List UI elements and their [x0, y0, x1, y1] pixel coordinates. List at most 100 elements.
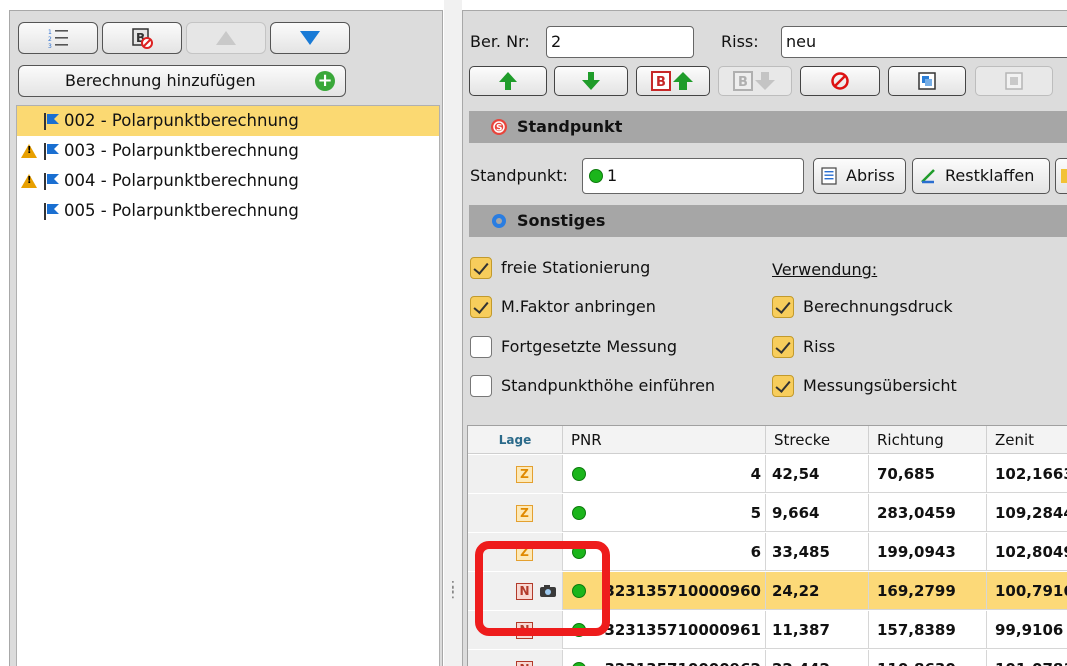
column-header-zenit[interactable]: Zenit — [987, 426, 1067, 454]
calculation-item-label: 005 - Polarpunktberechnung — [64, 201, 299, 220]
strecke-cell: 11,387 — [766, 611, 869, 649]
numbered-list-button[interactable]: 1 2 3 — [18, 22, 98, 54]
pnr-value: 323135710000960 — [604, 582, 761, 600]
pnr-value: 323135710000961 — [604, 621, 761, 639]
warning-icon — [21, 174, 37, 188]
add-calculation-label: Berechnung hinzufügen — [65, 71, 256, 90]
strecke-cell: 33,485 — [766, 533, 869, 571]
richtung-cell: 169,2799 — [869, 572, 987, 610]
strecke-cell: 22,442 — [766, 650, 869, 666]
checkbox-label: M.Faktor anbringen — [501, 297, 656, 316]
window-paste-icon — [1005, 72, 1023, 90]
riss-field[interactable]: neu — [781, 26, 1067, 58]
checkbox-box[interactable] — [772, 336, 794, 358]
standpunkt-value: 1 — [607, 166, 618, 185]
sonstiges-section-header[interactable]: Sonstiges — [469, 205, 1067, 237]
status-dot-icon — [589, 169, 603, 183]
move-down-button[interactable] — [270, 22, 350, 54]
numbered-list-icon: 1 2 3 — [48, 29, 68, 49]
pnr-cell: 5 — [564, 494, 766, 532]
checkbox-label: Berechnungsdruck — [803, 297, 953, 316]
svg-text:1: 1 — [48, 29, 52, 36]
status-dot-icon — [572, 662, 586, 666]
checkbox-label: Fortgesetzte Messung — [501, 337, 678, 356]
pnr-value: 4 — [750, 465, 761, 483]
svg-text:B: B — [738, 75, 748, 90]
calculation-item-label: 004 - Polarpunktberechnung — [64, 171, 299, 190]
calculation-item[interactable]: 002 - Polarpunktberechnung — [17, 106, 439, 136]
green-arrow-down-icon — [582, 72, 600, 90]
calculation-item[interactable]: 003 - Polarpunktberechnung — [17, 136, 439, 166]
delete-button[interactable] — [800, 66, 880, 96]
exclude-calculation-button[interactable]: B — [102, 22, 182, 54]
ber-nr-field[interactable]: 2 — [546, 26, 694, 58]
more-tools-button[interactable] — [1055, 158, 1067, 194]
restklaffen-button[interactable]: Restklaffen — [912, 158, 1050, 194]
abriss-label: Abriss — [846, 166, 895, 185]
calculation-item[interactable]: 004 - Polarpunktberechnung — [17, 166, 439, 196]
standpunkt-field[interactable]: 1 — [582, 158, 804, 194]
richtung-cell: 110,8630 — [869, 650, 987, 666]
add-calculation-button[interactable]: Berechnung hinzufügen + — [18, 65, 346, 97]
standpunkt-section-header[interactable]: S Standpunkt — [469, 111, 1067, 143]
usage-heading: Verwendung: — [772, 260, 878, 279]
sonstiges-section-title: Sonstiges — [517, 211, 606, 230]
lage-z-badge: Z — [516, 466, 533, 483]
zenit-cell: 99,9106 — [995, 621, 1064, 639]
calculation-item-label: 003 - Polarpunktberechnung — [64, 141, 299, 160]
pnr-value: 6 — [750, 543, 761, 561]
table-row[interactable]: N 323135710000962 22,442 110,8630 101,07… — [468, 650, 1067, 666]
checkbox-box[interactable] — [470, 375, 492, 397]
svg-text:2: 2 — [48, 36, 52, 43]
standpunkt-section-icon: S — [491, 119, 507, 135]
splitter-grip-icon[interactable]: ⋮ ⋮ — [446, 580, 460, 600]
zenit-cell: 109,2844 — [995, 504, 1067, 522]
zenit-cell: 102,8049 — [995, 543, 1067, 561]
checkbox-box[interactable] — [772, 296, 794, 318]
move-up-button[interactable] — [186, 22, 266, 54]
restklaffen-label: Restklaffen — [945, 166, 1035, 185]
pnr-cell: 323135710000962 — [564, 650, 766, 666]
b-down-icon: B — [733, 71, 775, 91]
svg-text:3: 3 — [48, 43, 52, 49]
column-header-strecke[interactable]: Strecke — [766, 426, 869, 454]
column-header-pnr[interactable]: PNR — [563, 426, 766, 454]
zenit-cell: 101,0781 — [987, 650, 1067, 666]
checkbox-box[interactable] — [470, 296, 492, 318]
lage-n-badge: N — [516, 661, 533, 666]
table-row[interactable]: Z 5 9,664 283,0459 109,2844 — [468, 494, 1067, 532]
arrow-down-icon — [300, 31, 320, 45]
checkbox-label: Riss — [803, 337, 836, 356]
window-copy-icon — [918, 72, 936, 90]
checkbox-label: Messungsübersicht — [803, 376, 957, 395]
table-row[interactable]: Z 4 42,54 70,685 102,1663 — [468, 455, 1067, 493]
checkbox-box[interactable] — [470, 257, 492, 279]
lage-z-badge: Z — [516, 505, 533, 522]
calculation-list-panel: 1 2 3 B Berechnung hinzufügen + 002 - Po… — [9, 10, 443, 666]
calculation-item[interactable]: 005 - Polarpunktberechnung — [17, 196, 439, 226]
highlight-annotation — [475, 541, 610, 636]
copy-button[interactable] — [888, 66, 966, 96]
flag-icon — [44, 143, 59, 160]
standpunkt-label: Standpunkt: — [470, 166, 568, 185]
strecke-cell: 24,22 — [766, 572, 869, 610]
calculation-item-label: 002 - Polarpunktberechnung — [64, 111, 299, 130]
paste-button[interactable] — [975, 66, 1053, 96]
b-up-button[interactable]: B — [636, 66, 710, 96]
richtung-cell: 283,0459 — [869, 494, 987, 532]
zenit-cell: 100,7916 — [995, 582, 1067, 600]
checkbox-box[interactable] — [470, 336, 492, 358]
pnr-value: 5 — [750, 504, 761, 522]
column-header-richtung[interactable]: Richtung — [869, 426, 987, 454]
checkbox-box[interactable] — [772, 375, 794, 397]
abriss-button[interactable]: Abriss — [813, 158, 906, 194]
lage-cell: Z — [468, 494, 563, 532]
riss-label: Riss: — [721, 32, 759, 51]
column-header-lage[interactable]: Lage — [468, 426, 563, 454]
ber-nr-label: Ber. Nr: — [470, 32, 530, 51]
move-row-up-button[interactable] — [469, 66, 547, 96]
move-row-down-button[interactable] — [554, 66, 628, 96]
panel-splitter[interactable] — [444, 0, 462, 666]
b-down-button[interactable]: B — [718, 66, 792, 96]
svg-text:B: B — [656, 75, 666, 90]
